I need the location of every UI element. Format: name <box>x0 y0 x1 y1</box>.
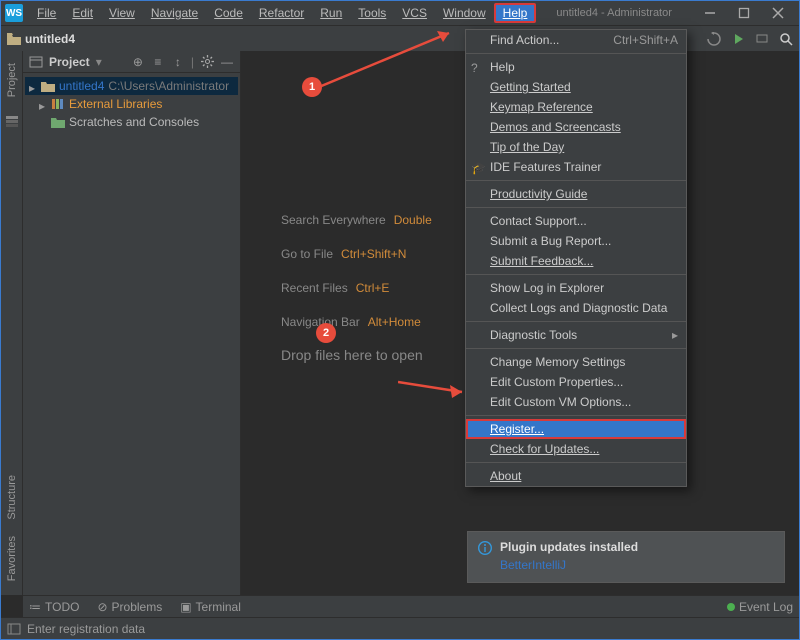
status-text: Enter registration data <box>27 622 145 636</box>
menu-edit-custom-properties[interactable]: Edit Custom Properties... <box>466 372 686 392</box>
problems-icon: ⊘ <box>97 600 107 614</box>
chevron-right-icon[interactable]: ▸ <box>29 81 39 91</box>
scratches-icon <box>51 116 65 128</box>
menu-vcs[interactable]: VCS <box>394 3 435 23</box>
gear-icon[interactable] <box>200 55 214 69</box>
menu-demos-screencasts[interactable]: Demos and Screencasts <box>466 117 686 137</box>
search-icon[interactable] <box>779 32 793 46</box>
welcome-recent-files: Recent FilesCtrl+E <box>281 279 432 295</box>
menu-navigate[interactable]: Navigate <box>143 3 206 23</box>
toolwin-project-tab[interactable]: Project <box>4 55 20 105</box>
todo-icon: ≔ <box>29 600 41 614</box>
window-title: untitled4 - Administrator <box>556 7 672 19</box>
menu-change-memory[interactable]: Change Memory Settings <box>466 352 686 372</box>
eventlog-dot-icon <box>727 603 735 611</box>
menu-submit-feedback[interactable]: Submit Feedback... <box>466 251 686 271</box>
libraries-icon <box>51 98 65 110</box>
question-icon: ? <box>471 61 483 73</box>
menu-register[interactable]: Register... <box>466 419 686 439</box>
chevron-right-icon[interactable]: ▸ <box>39 99 49 109</box>
toolwin-terminal[interactable]: ▣Terminal <box>180 600 241 614</box>
build-icon[interactable] <box>731 32 745 46</box>
project-panel-title[interactable]: Project <box>49 55 90 69</box>
menu-code[interactable]: Code <box>206 3 251 23</box>
notification-title: Plugin updates installed <box>500 540 638 554</box>
tree-root-name: untitled4 <box>59 79 104 93</box>
app-icon: WS <box>5 4 23 22</box>
menu-help-topic[interactable]: ?Help <box>466 57 686 77</box>
tree-root[interactable]: ▸ untitled4 C:\Users\Administrator <box>25 77 238 95</box>
menu-diagnostic-tools[interactable]: Diagnostic Tools▸ <box>466 325 686 345</box>
folder-icon <box>41 80 55 92</box>
menu-check-updates[interactable]: Check for Updates... <box>466 439 686 459</box>
collapse-all-icon[interactable]: ↕ <box>171 55 185 69</box>
terminal-icon: ▣ <box>180 600 191 614</box>
menu-getting-started[interactable]: Getting Started <box>466 77 686 97</box>
menu-tools[interactable]: Tools <box>350 3 394 23</box>
layers-icon[interactable] <box>4 113 20 129</box>
annotation-arrow-1 <box>319 27 469 93</box>
menu-run[interactable]: Run <box>312 3 350 23</box>
menu-keymap-reference[interactable]: Keymap Reference <box>466 97 686 117</box>
toolwin-problems[interactable]: ⊘Problems <box>97 600 162 614</box>
notification-link[interactable]: BetterIntelliJ <box>500 558 638 572</box>
menu-refactor[interactable]: Refactor <box>251 3 312 23</box>
breadcrumb-name[interactable]: untitled4 <box>25 32 75 46</box>
window-close-button[interactable] <box>761 2 795 24</box>
tree-lib-label: External Libraries <box>69 97 162 111</box>
hide-panel-icon[interactable]: — <box>220 55 234 69</box>
menu-find-action[interactable]: Find Action...Ctrl+Shift+A <box>466 30 686 50</box>
menu-contact-support[interactable]: Contact Support... <box>466 211 686 231</box>
project-view-icon <box>29 55 43 69</box>
project-tool-window: Project ▾ ⊕ ≡ ↕ | — ▸ untitled4 C:\Users… <box>23 51 241 595</box>
annotation-arrow-2 <box>398 376 478 402</box>
toolwin-favorites-tab[interactable]: Favorites <box>4 528 20 589</box>
tree-root-path: C:\Users\Administrator <box>108 79 229 93</box>
submenu-arrow-icon: ▸ <box>672 328 678 342</box>
menu-tip-of-the-day[interactable]: Tip of the Day <box>466 137 686 157</box>
menu-about[interactable]: About <box>466 466 686 486</box>
menu-help[interactable]: Help <box>494 3 537 23</box>
menu-bar: File Edit View Navigate Code Refactor Ru… <box>29 3 536 23</box>
toolwin-structure-tab[interactable]: Structure <box>4 467 20 528</box>
toolwin-eventlog[interactable]: Event Log <box>727 600 793 614</box>
menu-collect-logs[interactable]: Collect Logs and Diagnostic Data <box>466 298 686 318</box>
status-panels-icon[interactable] <box>7 622 21 636</box>
menu-submit-bug[interactable]: Submit a Bug Report... <box>466 231 686 251</box>
menu-window[interactable]: Window <box>435 3 494 23</box>
window-minimize-button[interactable] <box>693 2 727 24</box>
menu-productivity-guide[interactable]: Productivity Guide <box>466 184 686 204</box>
info-icon <box>478 541 492 555</box>
scroll-from-source-icon[interactable]: ⊕ <box>131 55 145 69</box>
welcome-drop-hint: Drop files here to open <box>281 347 432 363</box>
menu-ide-features-trainer[interactable]: 🎓IDE Features Trainer <box>466 157 686 177</box>
plugin-update-notification[interactable]: Plugin updates installed BetterIntelliJ <box>467 531 785 583</box>
tree-external-libraries[interactable]: ▸ External Libraries <box>25 95 238 113</box>
welcome-navigation-bar: Navigation BarAlt+Home <box>281 313 432 329</box>
menu-view[interactable]: View <box>101 3 143 23</box>
menu-file[interactable]: File <box>29 3 64 23</box>
expand-all-icon[interactable]: ≡ <box>151 55 165 69</box>
menu-edit-custom-vm-options[interactable]: Edit Custom VM Options... <box>466 392 686 412</box>
tree-scratches[interactable]: ▸ Scratches and Consoles <box>25 113 238 131</box>
presentation-icon[interactable] <box>755 32 769 46</box>
annotation-badge-2: 2 <box>316 323 336 343</box>
tree-scratch-label: Scratches and Consoles <box>69 115 199 129</box>
trainer-icon: 🎓 <box>471 161 483 173</box>
window-maximize-button[interactable] <box>727 2 761 24</box>
welcome-go-to-file: Go to FileCtrl+Shift+N <box>281 245 432 261</box>
annotation-badge-1: 1 <box>302 77 322 97</box>
menu-show-log-explorer[interactable]: Show Log in Explorer <box>466 278 686 298</box>
toolwin-todo[interactable]: ≔TODO <box>29 600 79 614</box>
help-menu-dropdown: Find Action...Ctrl+Shift+A ?Help Getting… <box>465 29 687 487</box>
folder-icon <box>7 33 21 45</box>
menu-edit[interactable]: Edit <box>64 3 101 23</box>
welcome-search-everywhere: Search EverywhereDouble <box>281 211 432 227</box>
vcs-update-icon[interactable] <box>707 32 721 46</box>
